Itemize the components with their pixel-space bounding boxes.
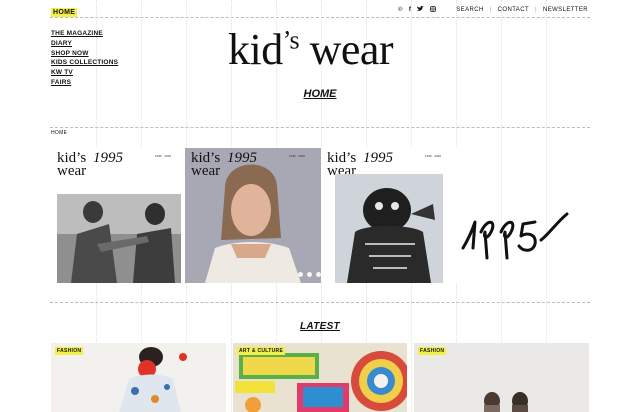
cover-script: 1995 <box>227 150 257 166</box>
sidebar-item-kw-tv[interactable]: KW TV <box>51 68 118 78</box>
latest-heading: LATEST <box>300 321 340 332</box>
contact-link[interactable]: CONTACT <box>498 7 529 13</box>
logo-text: kid <box>228 25 283 74</box>
carousel-dots <box>298 272 321 277</box>
site-logo[interactable]: kid’s wear <box>228 24 394 75</box>
sidebar-nav: THE MAGAZINE DIARY SHOP NOW KIDS COLLECT… <box>51 29 118 88</box>
cover-script: 1995 <box>363 150 393 166</box>
signature-panel[interactable]: 1995 <box>457 148 588 283</box>
cover-artwork <box>335 174 443 283</box>
cover-photo <box>57 194 181 283</box>
search-link[interactable]: SEARCH <box>456 7 483 13</box>
signature-1995 <box>461 212 569 260</box>
sidebar-item-the-magazine[interactable]: THE MAGAZINE <box>51 29 118 39</box>
section-divider <box>50 127 590 128</box>
category-tag[interactable]: FASHION <box>55 347 84 355</box>
sidebar-item-diary[interactable]: DIARY <box>51 39 118 49</box>
instagram-icon[interactable] <box>430 6 437 14</box>
divider: | <box>489 7 492 13</box>
divider: | <box>535 7 537 13</box>
cover-brand: kid’s wear <box>57 150 87 179</box>
sidebar-item-kids-collections[interactable]: KIDS COLLECTIONS <box>51 58 118 68</box>
latest-card-3[interactable]: FASHION <box>414 343 589 412</box>
cover-meta: 1995 · 2020 <box>155 154 172 158</box>
home-tag[interactable]: HOME <box>51 8 78 17</box>
carousel-dot[interactable] <box>307 272 312 277</box>
magazine-cover-1[interactable]: kid’s wear 1995 1995 · 2020 <box>51 148 187 283</box>
facebook-icon[interactable]: f <box>409 7 411 13</box>
sidebar-item-shop-now[interactable]: SHOP NOW <box>51 49 118 59</box>
top-nav: ℗ f SEARCH | CONTACT | NEWSLETTER <box>398 5 588 14</box>
cover-brand: kid’s wear <box>191 150 221 179</box>
breadcrumb[interactable]: HOME <box>51 130 67 136</box>
pinterest-icon[interactable]: ℗ <box>398 7 403 13</box>
page-title: HOME <box>303 88 337 100</box>
cover-meta: 1995 · 2020 <box>425 154 442 158</box>
category-tag[interactable]: ART & CULTURE <box>237 347 286 355</box>
twitter-icon[interactable] <box>417 5 425 14</box>
sidebar-item-fairs[interactable]: FAIRS <box>51 78 118 88</box>
cover-script: 1995 <box>93 150 123 166</box>
section-divider <box>50 302 590 303</box>
newsletter-link[interactable]: NEWSLETTER <box>543 7 588 13</box>
header-divider <box>50 17 590 18</box>
magazine-cover-2[interactable]: kid’s wear 1995 1995 · 2020 <box>185 148 321 283</box>
latest-card-2[interactable]: ART & CULTURE <box>233 343 407 412</box>
logo-text-rest: wear <box>299 25 394 74</box>
magazine-cover-3[interactable]: kid’s wear 1995 1995 · 2020 <box>321 148 457 283</box>
logo-apostrophe: ’s <box>282 25 300 55</box>
carousel-dot[interactable] <box>298 272 303 277</box>
cover-meta: 1995 · 2020 <box>289 154 306 158</box>
category-tag[interactable]: FASHION <box>418 347 447 355</box>
latest-card-1[interactable]: FASHION <box>51 343 226 412</box>
